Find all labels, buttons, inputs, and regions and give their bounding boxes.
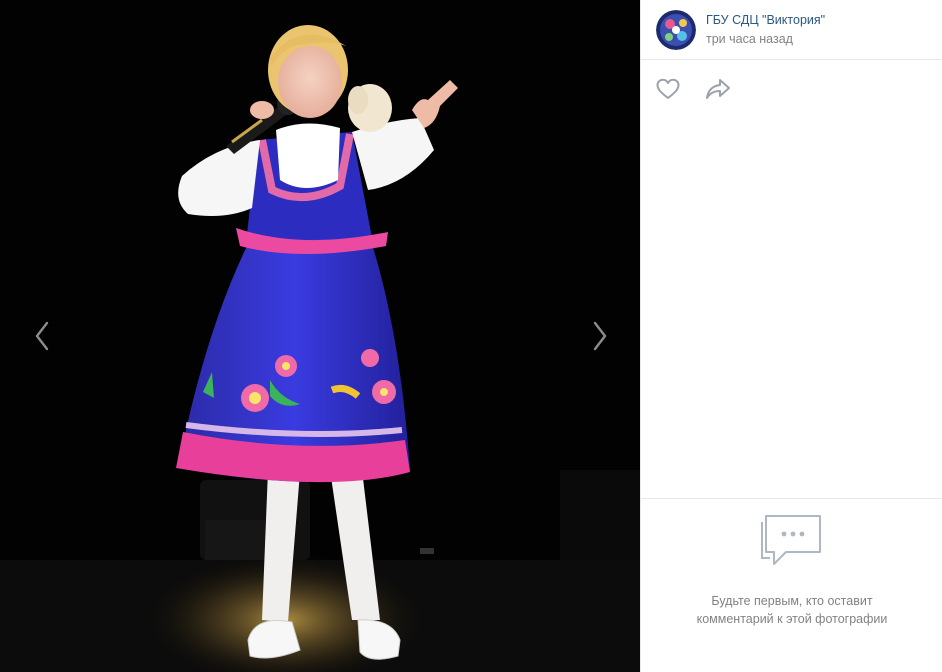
empty-comments-line-2: комментарий к этой фотографии [696, 612, 888, 626]
chevron-left-icon [35, 321, 49, 351]
empty-comments-line-1: Будьте первым, кто оставит [711, 594, 873, 608]
chevron-right-icon [593, 321, 607, 351]
author-name-link[interactable]: ГБУ СДЦ "Виктория" [706, 12, 825, 28]
photo-viewer: ГБУ СДЦ "Виктория" три часа назад Будьте… [0, 0, 942, 672]
empty-comments-text: Будьте первым, кто оставит комментарий к… [672, 592, 912, 628]
author-avatar[interactable] [656, 9, 696, 50]
empty-comments-placeholder: Будьте первым, кто оставит комментарий к… [641, 512, 942, 628]
post-time[interactable]: три часа назад [706, 31, 825, 47]
post-header: ГБУ СДЦ "Виктория" три часа назад [641, 0, 942, 60]
photo-image [0, 25, 640, 672]
photo-area[interactable] [0, 0, 640, 672]
speech-bubble-icon [761, 515, 821, 565]
comments-divider [641, 498, 942, 499]
next-photo-button[interactable] [580, 312, 620, 360]
group-logo-image [656, 9, 696, 50]
post-actions [641, 60, 942, 118]
like-button[interactable] [655, 76, 681, 102]
author-info: ГБУ СДЦ "Виктория" три часа назад [706, 12, 825, 47]
share-button[interactable] [705, 76, 731, 102]
photo-info-panel: ГБУ СДЦ "Виктория" три часа назад Будьте… [640, 0, 942, 672]
heart-icon [656, 78, 680, 99]
share-arrow-icon [706, 79, 730, 99]
previous-photo-button[interactable] [22, 312, 62, 360]
